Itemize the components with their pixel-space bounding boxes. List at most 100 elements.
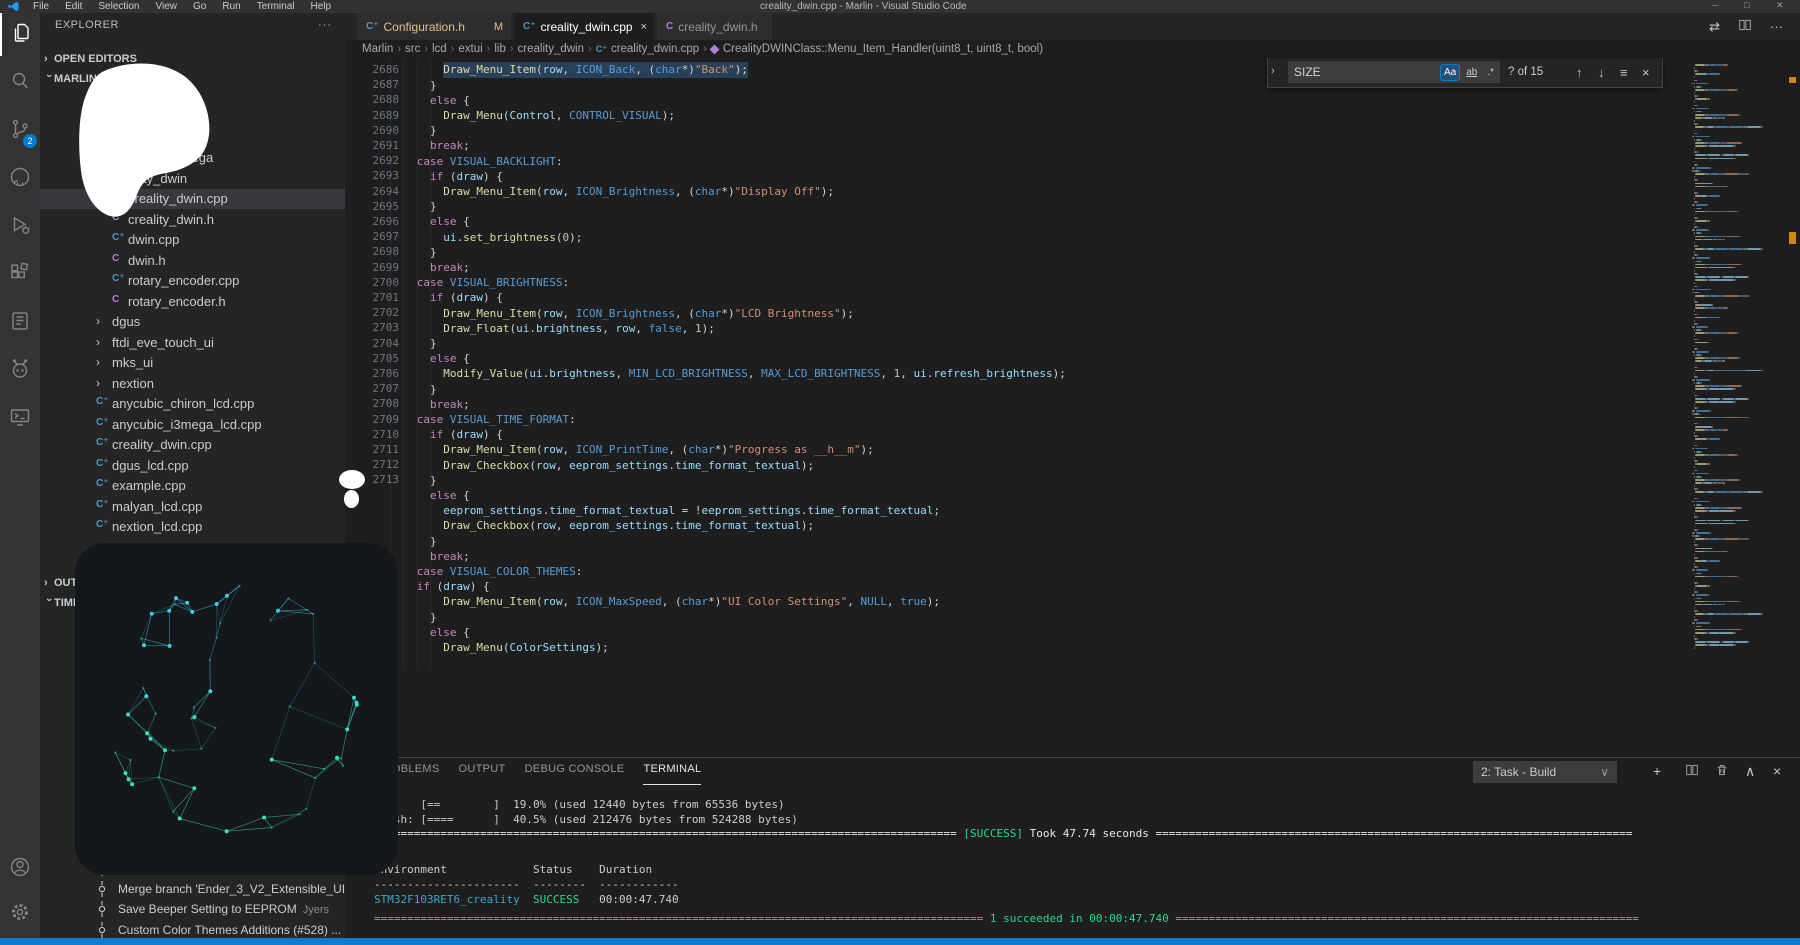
tree-item-nextion_lcd.cpp[interactable]: C⁺nextion_lcd.cpp bbox=[40, 517, 345, 537]
find-next-button[interactable]: ↓ bbox=[1598, 65, 1605, 80]
code-line[interactable]: break; bbox=[377, 138, 470, 153]
minimize-icon[interactable]: ─ bbox=[1712, 0, 1718, 10]
menu-run[interactable]: Run bbox=[214, 1, 248, 12]
code-line[interactable]: Draw_Menu_Item(row, ICON_Back, (char*)"B… bbox=[377, 62, 748, 77]
match-case-toggle[interactable]: Aa bbox=[1440, 64, 1460, 81]
code-line[interactable]: } bbox=[377, 199, 437, 214]
activity-platformio[interactable] bbox=[0, 346, 40, 392]
code-line[interactable]: else { bbox=[377, 93, 470, 108]
tab-close-icon[interactable]: × bbox=[641, 21, 647, 33]
minimap[interactable] bbox=[1680, 58, 1786, 757]
code-line[interactable]: } bbox=[377, 473, 437, 488]
breadcrumb-symbol[interactable]: CrealityDWINClass::Menu_Item_Handler(uin… bbox=[723, 43, 1043, 55]
code-line[interactable]: else { bbox=[377, 214, 470, 229]
tree-item-dwin.h[interactable]: Cdwin.h bbox=[40, 251, 345, 271]
code-line[interactable]: Draw_Menu_Item(row, ICON_Brightness, (ch… bbox=[377, 306, 854, 321]
code-line[interactable]: Draw_Float(ui.brightness, row, false, 1)… bbox=[377, 321, 715, 336]
code-line[interactable]: eeprom_settings.time_format_textual = !e… bbox=[377, 503, 940, 518]
tree-item-dgus[interactable]: ›dgus bbox=[40, 312, 345, 332]
activity-explorer[interactable] bbox=[0, 10, 42, 56]
terminal-selector-dropdown[interactable]: 2: Task - Build ∨ bbox=[1473, 761, 1617, 783]
code-line[interactable]: } bbox=[377, 336, 437, 351]
menu-selection[interactable]: Selection bbox=[90, 1, 147, 12]
timeline-commit-icon[interactable] bbox=[96, 881, 108, 897]
panel-tab-output[interactable]: OUTPUT bbox=[459, 763, 506, 775]
tree-item-malyan_lcd.cpp[interactable]: C⁺malyan_lcd.cpp bbox=[40, 497, 345, 517]
split-terminal-icon[interactable] bbox=[1685, 763, 1699, 780]
tree-item-creality_dwin.cpp[interactable]: C⁺creality_dwin.cpp bbox=[40, 435, 345, 455]
activity-github[interactable] bbox=[0, 154, 40, 200]
activity-extensions[interactable] bbox=[0, 250, 40, 296]
tab-creality_dwin.cpp[interactable]: C⁺creality_dwin.cpp× bbox=[514, 13, 655, 40]
tree-item-rotary_encoder.h[interactable]: Crotary_encoder.h bbox=[40, 292, 345, 312]
code-line[interactable]: } bbox=[377, 245, 437, 260]
code-line[interactable]: case VISUAL_BRIGHTNESS: bbox=[377, 275, 569, 290]
find-query-text[interactable]: SIZE bbox=[1288, 65, 1440, 79]
tree-item-anycubic_i3mega_lcd.cpp[interactable]: C⁺anycubic_i3mega_lcd.cpp bbox=[40, 415, 345, 435]
activity-settings[interactable] bbox=[0, 889, 40, 935]
tree-item-dgus_lcd.cpp[interactable]: C⁺dgus_lcd.cpp bbox=[40, 456, 345, 476]
tab-Configuration.h[interactable]: C⁺Configuration.hM bbox=[357, 13, 512, 40]
menu-help[interactable]: Help bbox=[303, 1, 340, 12]
tree-item-rotary_encoder.cpp[interactable]: C⁺rotary_encoder.cpp bbox=[40, 271, 345, 291]
breadcrumb-lib[interactable]: lib bbox=[494, 43, 506, 55]
code-line[interactable]: } bbox=[377, 123, 437, 138]
close-icon[interactable]: ✕ bbox=[1776, 0, 1784, 11]
code-line[interactable]: Draw_Checkbox(row, eeprom_settings.time_… bbox=[377, 518, 814, 533]
activity-run-debug[interactable] bbox=[0, 202, 40, 248]
breadcrumb-lcd[interactable]: lcd bbox=[432, 43, 447, 55]
more-actions-icon[interactable]: ··· bbox=[1770, 19, 1783, 34]
panel-tab-terminal[interactable]: TERMINAL bbox=[643, 763, 701, 775]
code-line[interactable]: Draw_Checkbox(row, eeprom_settings.time_… bbox=[377, 458, 814, 473]
code-line[interactable]: if (draw) { bbox=[377, 290, 503, 305]
kill-terminal-icon[interactable] bbox=[1715, 763, 1729, 780]
close-panel-icon[interactable]: × bbox=[1773, 763, 1781, 779]
breadcrumb[interactable]: Marlin›src›lcd›extui›lib›creality_dwin›C… bbox=[345, 40, 1800, 58]
breadcrumb-file[interactable]: creality_dwin.cpp bbox=[611, 43, 699, 55]
maximize-panel-icon[interactable]: ∧ bbox=[1745, 763, 1755, 780]
new-terminal-icon[interactable]: + bbox=[1653, 763, 1661, 779]
menu-go[interactable]: Go bbox=[185, 1, 214, 12]
code-line[interactable]: break; bbox=[377, 397, 470, 412]
timeline-commit-icon[interactable] bbox=[96, 901, 108, 917]
timeline-item[interactable]: Custom Color Themes Additions (#528) ...… bbox=[118, 923, 345, 937]
breadcrumb-creality_dwin[interactable]: creality_dwin bbox=[518, 43, 584, 55]
activity-remote-terminal[interactable] bbox=[0, 394, 40, 440]
regex-toggle[interactable]: .* bbox=[1483, 64, 1498, 81]
code-line[interactable]: if (draw) { bbox=[377, 169, 503, 184]
code-line[interactable]: case VISUAL_TIME_FORMAT: bbox=[377, 412, 576, 427]
find-previous-button[interactable]: ↑ bbox=[1576, 65, 1583, 80]
activity-source-control[interactable]: 2 bbox=[0, 106, 40, 152]
code-line[interactable]: ui.set_brightness(0); bbox=[377, 230, 582, 245]
breadcrumb-Marlin[interactable]: Marlin bbox=[362, 43, 393, 55]
menu-terminal[interactable]: Terminal bbox=[249, 1, 303, 12]
split-editor-icon[interactable] bbox=[1738, 18, 1752, 35]
compare-changes-icon[interactable]: ⇄ bbox=[1709, 19, 1720, 35]
activity-notebook[interactable] bbox=[0, 298, 40, 344]
tree-item-nextion[interactable]: ›nextion bbox=[40, 374, 345, 394]
activity-search[interactable] bbox=[0, 58, 40, 104]
tab-creality_dwin.h[interactable]: Ccreality_dwin.h bbox=[657, 13, 773, 40]
find-expand-chevron[interactable]: › bbox=[1271, 65, 1275, 77]
code-line[interactable]: Draw_Menu(ColorSettings); bbox=[377, 640, 609, 655]
tree-item-dwin.cpp[interactable]: C⁺dwin.cpp bbox=[40, 230, 345, 250]
breadcrumb-extui[interactable]: extui bbox=[458, 43, 482, 55]
menu-file[interactable]: File bbox=[25, 1, 57, 12]
code-line[interactable]: Draw_Menu_Item(row, ICON_Brightness, (ch… bbox=[377, 184, 834, 199]
tree-item-mks_ui[interactable]: ›mks_ui bbox=[40, 353, 345, 373]
explorer-more-actions[interactable]: ··· bbox=[318, 19, 332, 31]
code-line[interactable]: case VISUAL_COLOR_THEMES: bbox=[377, 564, 582, 579]
code-line[interactable]: Draw_Menu_Item(row, ICON_PrintTime, (cha… bbox=[377, 442, 874, 457]
whole-word-toggle[interactable]: ab bbox=[1462, 64, 1481, 81]
tree-item-ftdi_eve_touch_ui[interactable]: ›ftdi_eve_touch_ui bbox=[40, 333, 345, 353]
activity-account[interactable] bbox=[0, 844, 40, 890]
find-close-button[interactable]: × bbox=[1642, 65, 1650, 80]
find-input[interactable]: SIZE Aa ab .* bbox=[1288, 61, 1500, 83]
code-line[interactable]: else { bbox=[377, 488, 470, 503]
code-line[interactable]: Modify_Value(ui.brightness, MIN_LCD_BRIG… bbox=[377, 366, 1066, 381]
status-bar[interactable] bbox=[0, 938, 1800, 945]
timeline-commit-icon[interactable] bbox=[96, 922, 108, 938]
timeline-item[interactable]: Save Beeper Setting to EEPROMJyers bbox=[118, 902, 329, 916]
code-line[interactable]: } bbox=[377, 78, 437, 93]
breadcrumb-src[interactable]: src bbox=[405, 43, 420, 55]
